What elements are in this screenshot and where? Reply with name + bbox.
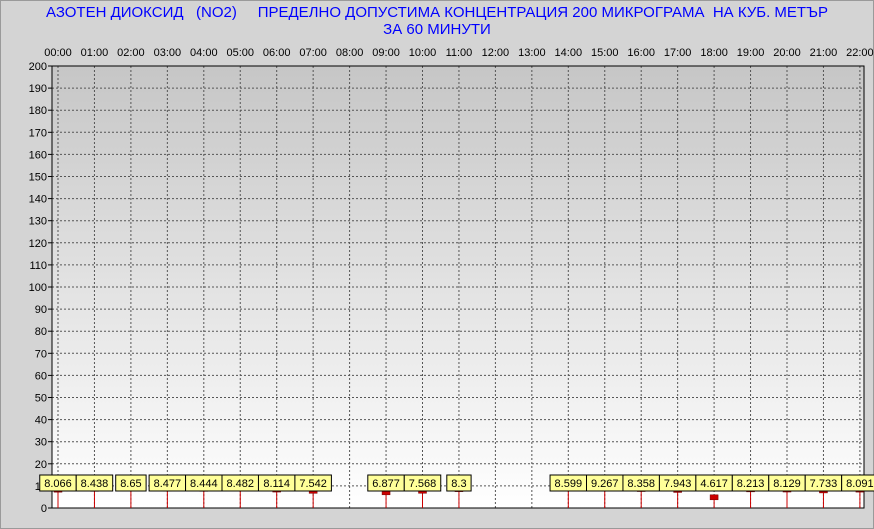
chart-svg: 0102030405060708090100110120130140150160…	[29, 47, 874, 515]
x-tick-label: 03:00	[154, 47, 182, 59]
y-tick-label: 30	[35, 437, 47, 449]
data-label: 8.213	[737, 478, 765, 490]
x-tick-label: 04:00	[190, 47, 218, 59]
data-label: 8.444	[190, 478, 218, 490]
data-label: 7.733	[810, 478, 838, 490]
y-tick-label: 150	[29, 172, 47, 184]
x-tick-label: 06:00	[263, 47, 291, 59]
x-tick-label: 08:00	[336, 47, 364, 59]
data-label: 8.129	[773, 478, 801, 490]
x-tick-label: 22:00	[846, 47, 874, 59]
x-tick-label: 01:00	[81, 47, 109, 59]
data-label: 8.3	[451, 478, 466, 490]
y-tick-label: 20	[35, 459, 47, 471]
x-tick-label: 16:00	[627, 47, 655, 59]
x-tick-label: 20:00	[773, 47, 801, 59]
y-tick-label: 140	[29, 194, 47, 206]
data-label: 4.617	[700, 478, 728, 490]
x-tick-label: 18:00	[700, 47, 728, 59]
data-label: 8.066	[44, 478, 72, 490]
data-label: 8.482	[226, 478, 254, 490]
y-tick-label: 160	[29, 149, 47, 161]
x-tick-label: 19:00	[737, 47, 765, 59]
y-tick-label: 180	[29, 105, 47, 117]
x-tick-label: 07:00	[299, 47, 327, 59]
x-tick-label: 14:00	[555, 47, 583, 59]
x-tick-label: 11:00	[446, 47, 473, 59]
data-label: 7.943	[664, 478, 692, 490]
x-tick-label: 15:00	[591, 47, 619, 59]
data-label: 8.091	[846, 478, 874, 490]
x-tick-label: 05:00	[226, 47, 254, 59]
x-tick-label: 17:00	[664, 47, 692, 59]
y-tick-label: 0	[41, 503, 47, 515]
x-tick-label: 09:00	[372, 47, 400, 59]
y-tick-label: 130	[29, 216, 47, 228]
y-tick-label: 60	[35, 370, 47, 382]
y-tick-label: 80	[35, 326, 47, 338]
x-tick-label: 10:00	[409, 47, 437, 59]
data-point	[709, 494, 719, 501]
y-tick-label: 40	[35, 415, 47, 427]
data-label: 7.568	[409, 478, 437, 490]
data-label: 9.267	[591, 478, 619, 490]
data-label: 8.114	[263, 478, 290, 490]
data-label: 8.438	[81, 478, 109, 490]
data-label: 8.65	[120, 478, 141, 490]
data-label: 7.542	[299, 478, 327, 490]
y-tick-label: 110	[29, 260, 47, 272]
x-tick-label: 12:00	[482, 47, 510, 59]
y-tick-label: 50	[35, 393, 47, 405]
x-tick-label: 13:00	[518, 47, 546, 59]
x-tick-label: 00:00	[44, 47, 72, 59]
x-tick-label: 21:00	[810, 47, 838, 59]
y-tick-label: 170	[29, 127, 47, 139]
y-tick-label: 90	[35, 304, 47, 316]
data-label: 6.877	[372, 478, 400, 490]
y-tick-label: 200	[29, 61, 47, 73]
data-label: 8.477	[154, 478, 182, 490]
x-tick-label: 02:00	[117, 47, 145, 59]
y-tick-label: 120	[29, 238, 47, 250]
y-tick-label: 100	[29, 282, 47, 294]
data-label: 8.358	[627, 478, 655, 490]
y-tick-label: 70	[35, 348, 47, 360]
y-tick-label: 190	[29, 83, 47, 95]
data-label: 8.599	[555, 478, 583, 490]
